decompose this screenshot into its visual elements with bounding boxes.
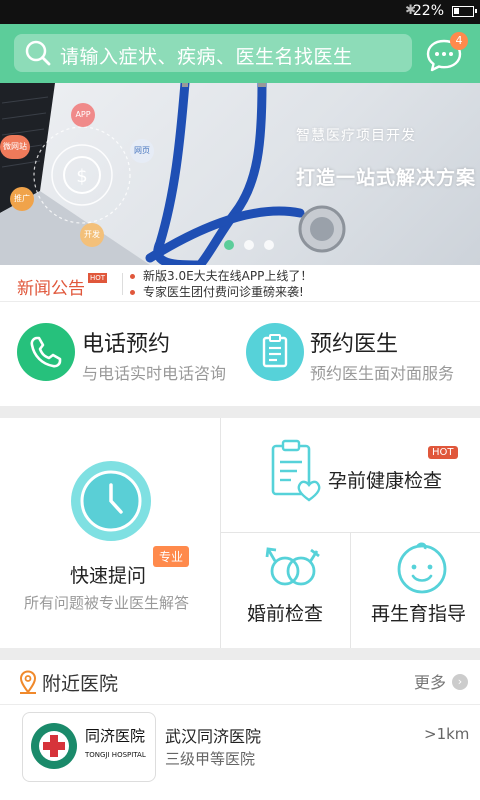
hub-node-promote: 推广 — [10, 187, 34, 211]
carousel-dot-active[interactable] — [224, 240, 234, 250]
battery-percent: 22% — [412, 3, 444, 19]
status-bar: ✱ 22% — [0, 0, 480, 24]
search-bar[interactable]: 请输入症状、疾病、医生名找医生 — [14, 34, 412, 72]
service-title: 预约医生 — [310, 332, 399, 357]
hospital-distance: >1km — [424, 725, 470, 743]
premarital-check-card[interactable]: 婚前检查 — [221, 533, 350, 648]
message-button[interactable]: 4 — [424, 32, 468, 74]
phone-icon — [17, 323, 75, 381]
message-badge: 4 — [450, 32, 468, 50]
hub-node-app: APP — [71, 103, 95, 127]
hospital-logo-text: 同济医院 — [85, 727, 146, 745]
service-subtitle: 预约医生面对面服务 — [310, 364, 455, 383]
bullet-icon — [130, 274, 135, 279]
news-bar[interactable]: 新闻公告 HOT 新版3.0E大夫在线APP上线了！ 专家医生团付费问诊重磅来袭… — [0, 265, 480, 302]
search-icon — [25, 40, 51, 66]
service-title: 电话预约 — [82, 332, 171, 357]
premarital-check-title: 婚前检查 — [247, 603, 324, 625]
news-item[interactable]: 新版3.0E大夫在线APP上线了！ — [130, 267, 312, 284]
hub-node-web: 网页 — [130, 139, 154, 163]
divider — [122, 273, 123, 295]
more-link[interactable]: 更多 — [414, 669, 446, 693]
bullet-icon — [130, 290, 135, 295]
section-divider — [0, 406, 480, 418]
location-pin-icon — [19, 670, 37, 694]
banner-title: 打造一站式解决方案 — [296, 167, 477, 189]
hot-badge: HOT — [88, 273, 108, 283]
fertility-guidance-title: 再生育指导 — [371, 603, 467, 625]
news-item-text: 新版3.0E大夫在线APP上线了！ — [143, 269, 313, 283]
news-item[interactable]: 专家医生团付费问诊重磅来袭! — [130, 283, 304, 300]
service-subtitle: 与电话实时电话咨询 — [82, 364, 227, 383]
clock-icon — [71, 461, 151, 541]
prenatal-check-title: 孕前健康检查 — [328, 470, 443, 492]
hospital-emblem-icon — [31, 723, 77, 769]
hub-node-microsite: 微网站 — [0, 135, 30, 159]
chevron-right-icon[interactable]: › — [452, 674, 468, 690]
quick-question-subtitle: 所有问题被专业医生解答 — [24, 594, 190, 612]
hospital-logo: 同济医院 TONGJI HOSPITAL — [22, 712, 156, 782]
battery-icon — [452, 6, 477, 17]
search-input[interactable]: 请输入症状、疾病、医生名找医生 — [60, 42, 353, 69]
hot-badge: HOT — [428, 446, 458, 459]
pro-tag: 专业 — [153, 546, 190, 567]
section-divider — [0, 648, 480, 660]
hospital-logo-subtext: TONGJI HOSPITAL — [85, 751, 146, 759]
doctor-appointment-card[interactable]: 预约医生 预约医生面对面服务 — [240, 302, 480, 406]
hospital-grade: 三级甲等医院 — [165, 750, 256, 768]
carousel-dot[interactable] — [244, 240, 254, 250]
gender-symbol-icon — [265, 547, 320, 586]
hospital-name: 武汉同济医院 — [165, 727, 262, 746]
promo-banner[interactable]: $ APP 网页 微网站 推广 开发 智慧医疗项目开发 打造一站式解决方案 — [0, 83, 480, 265]
quick-question-title: 快速提问 — [70, 565, 147, 587]
quick-question-card[interactable]: 快速提问 专业 所有问题被专业医生解答 — [0, 418, 220, 648]
banner-subtitle: 智慧医疗项目开发 — [296, 128, 416, 144]
prenatal-check-card[interactable]: 孕前健康检查 HOT — [221, 418, 480, 532]
clipboard-icon — [246, 323, 304, 381]
app-header: 请输入症状、疾病、医生名找医生 4 — [0, 24, 480, 83]
nearby-title: 附近医院 — [42, 673, 119, 695]
nearby-header: 附近医院 更多 › — [0, 660, 480, 705]
report-heart-icon — [271, 439, 321, 502]
hub-node-develop: 开发 — [80, 223, 104, 247]
news-title: 新闻公告 — [17, 279, 85, 299]
baby-face-icon — [397, 542, 447, 594]
phone-appointment-card[interactable]: 电话预约 与电话实时电话咨询 — [0, 302, 230, 406]
carousel-dot[interactable] — [264, 240, 274, 250]
news-item-text: 专家医生团付费问诊重磅来袭! — [143, 285, 304, 299]
svg-text:$: $ — [76, 166, 87, 187]
fertility-guidance-card[interactable]: 再生育指导 — [351, 533, 480, 648]
